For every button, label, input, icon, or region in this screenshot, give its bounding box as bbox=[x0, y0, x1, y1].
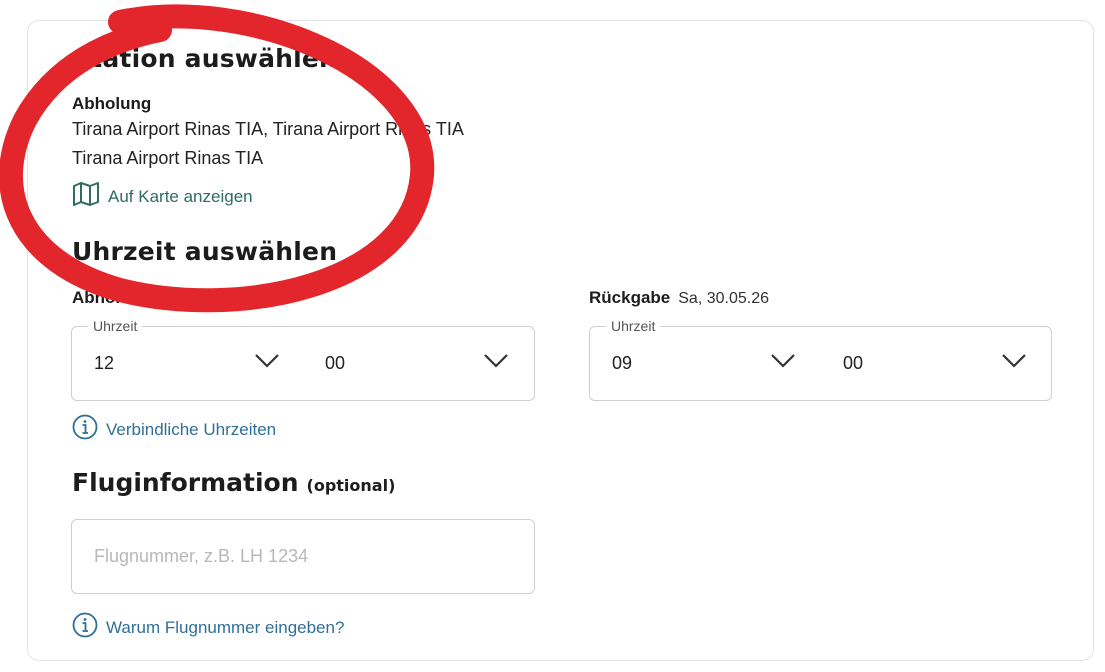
binding-times-label: Verbindliche Uhrzeiten bbox=[106, 419, 277, 439]
info-icon bbox=[72, 612, 98, 643]
station-address-line2: Tirana Airport Rinas TIA bbox=[72, 148, 264, 168]
return-header: Rückgabe Sa, 30.05.26 bbox=[589, 288, 769, 308]
binding-times-link[interactable]: Verbindliche Uhrzeiten bbox=[72, 414, 276, 445]
station-heading: Station auswählen bbox=[72, 44, 338, 73]
return-minute-value: 00 bbox=[843, 353, 864, 373]
chevron-down-icon bbox=[1001, 353, 1027, 374]
map-icon bbox=[72, 181, 100, 212]
show-on-map-link[interactable]: Auf Karte anzeigen bbox=[72, 181, 253, 212]
chevron-down-icon bbox=[770, 353, 796, 374]
pickup-minute-value: 00 bbox=[325, 353, 346, 373]
flight-heading: Fluginformation bbox=[72, 468, 299, 497]
return-minute-select[interactable]: 00 bbox=[843, 327, 1038, 400]
pickup-time-label: Abholung bbox=[72, 288, 152, 307]
pickup-station-label: Abholung bbox=[72, 94, 152, 113]
flight-number-input[interactable] bbox=[71, 519, 535, 594]
time-heading: Uhrzeit auswählen bbox=[72, 237, 338, 266]
why-flight-number-link[interactable]: Warum Flugnummer eingeben? bbox=[72, 612, 344, 643]
flight-heading-optional: (optional) bbox=[306, 476, 396, 495]
return-label: Rückgabe bbox=[589, 288, 671, 307]
flight-heading-row: Fluginformation (optional) bbox=[72, 468, 395, 497]
chevron-down-icon bbox=[254, 353, 280, 374]
station-address-line1: Tirana Airport Rinas TIA, Tirana Airport… bbox=[72, 119, 464, 139]
why-flight-number-label: Warum Flugnummer eingeben? bbox=[106, 617, 345, 637]
pickup-hour-select[interactable]: 12 bbox=[94, 327, 289, 400]
pickup-minute-select[interactable]: 00 bbox=[325, 327, 520, 400]
return-time-field: Uhrzeit 09 00 bbox=[589, 318, 1052, 401]
return-hour-value: 09 bbox=[612, 353, 633, 373]
pickup-hour-value: 12 bbox=[94, 353, 115, 373]
chevron-down-icon bbox=[483, 353, 509, 374]
return-date: Sa, 30.05.26 bbox=[678, 290, 769, 307]
return-hour-select[interactable]: 09 bbox=[612, 327, 807, 400]
show-on-map-label: Auf Karte anzeigen bbox=[108, 186, 253, 206]
info-icon bbox=[72, 414, 98, 445]
pickup-time-field: Uhrzeit 12 00 bbox=[71, 318, 535, 401]
